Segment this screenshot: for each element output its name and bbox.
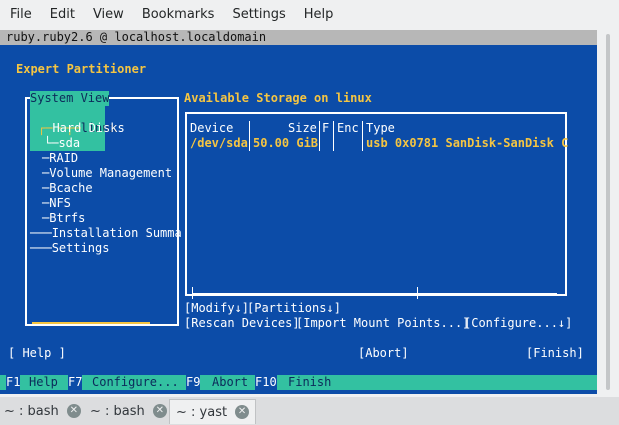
col-divider — [333, 121, 334, 151]
close-icon[interactable]: ✕ — [66, 404, 81, 418]
system-view-heading: System View — [30, 91, 110, 106]
fkey-f9: F9 — [186, 375, 201, 390]
tab-bar: ~ : bash ✕ ~ : bash ✕ ~ : yast ✕ — [0, 397, 619, 425]
tree-item-hard-disks[interactable]: ┌─Hard Disks — [38, 121, 125, 136]
tree-item-btrfs[interactable]: ─Btrfs — [42, 211, 85, 226]
col-divider — [362, 121, 363, 151]
tree-item-sda[interactable]: └─sda — [44, 136, 80, 151]
close-icon[interactable]: ✕ — [235, 405, 250, 419]
menu-edit[interactable]: Edit — [41, 0, 84, 30]
table-horizontal-scrollbar[interactable] — [192, 293, 557, 294]
scroll-thumb-left — [192, 287, 193, 299]
fkey-finish[interactable]: Finish — [288, 375, 331, 390]
menu-bookmarks[interactable]: Bookmarks — [133, 0, 224, 30]
rescan-devices-button[interactable]: [Rescan Devices] — [184, 316, 300, 331]
fkey-help[interactable]: Help — [29, 375, 58, 390]
tree-item-nfs[interactable]: ─NFS — [42, 196, 71, 211]
function-key-bar: F1 Help F7 Configure... F9 Abort F10 Fin… — [0, 375, 597, 390]
finish-button[interactable]: [Finish] — [526, 346, 584, 361]
app-title: Expert Partitioner — [16, 62, 147, 76]
fkey-configure[interactable]: Configure... — [92, 375, 179, 390]
col-divider — [249, 121, 250, 151]
col-divider — [319, 121, 320, 151]
fkey-abort[interactable]: Abort — [212, 375, 248, 390]
menu-file[interactable]: File — [0, 0, 41, 30]
tree-horizontal-scrollbar[interactable] — [32, 322, 150, 324]
terminal-title-bar: ruby.ruby2.6 @ localhost.localdomain — [0, 30, 597, 45]
help-button[interactable]: [ Help ] — [8, 346, 66, 361]
tree-item-installation-summary[interactable]: ───Installation Summa — [30, 226, 182, 241]
tree-branch-icon: ─── — [30, 226, 52, 240]
tree-item-bcache[interactable]: ─Bcache — [42, 181, 93, 196]
tab-bash-2[interactable]: ~ : bash ✕ — [90, 399, 167, 423]
modify-button[interactable]: [Modify↓] — [184, 301, 249, 316]
tree-item-volume-management[interactable]: ─Volume Management — [42, 166, 172, 181]
terminal-scrollbar[interactable] — [597, 30, 619, 394]
tree-branch-icon: ─── — [30, 241, 52, 255]
col-device: Device — [190, 121, 234, 135]
menu-view[interactable]: View — [84, 0, 133, 30]
storage-heading: Available Storage on linux — [184, 91, 372, 105]
cell-size: 50.00 GiB — [253, 136, 319, 150]
col-type: Type — [366, 121, 395, 135]
tree-branch-icon: └─ — [44, 136, 59, 150]
col-enc: Enc — [337, 121, 359, 135]
tab-yast[interactable]: ~ : yast ✕ — [169, 399, 257, 424]
cell-device: /dev/sda — [190, 136, 248, 150]
abort-button[interactable]: [Abort] — [358, 346, 409, 361]
scroll-thumb-right — [417, 287, 418, 299]
configure-button[interactable]: [Configure...↓] — [464, 316, 572, 331]
menu-help[interactable]: Help — [295, 0, 343, 30]
tree-branch-icon: ┌─ — [38, 121, 53, 135]
tab-bash-1[interactable]: ~ : bash ✕ — [4, 399, 81, 423]
terminal-screen[interactable]: ruby.ruby2.6 @ localhost.localdomain Exp… — [0, 30, 597, 394]
close-icon[interactable]: ✕ — [152, 404, 167, 418]
fkey-f10: F10 — [255, 375, 277, 390]
cell-type: usb 0x0781 SanDisk-SanDisk C — [366, 136, 569, 150]
import-mount-points-button[interactable]: [Import Mount Points...] — [296, 316, 469, 331]
terminal-title: ruby.ruby2.6 @ localhost.localdomain — [6, 30, 267, 44]
fkey-f7: F7 — [68, 375, 83, 390]
tree-item-settings[interactable]: ───Settings — [30, 241, 109, 256]
fkey-f1: F1 — [6, 375, 21, 390]
menu-bar: File Edit View Bookmarks Settings Help — [0, 0, 619, 30]
tree-item-raid[interactable]: ─RAID — [42, 151, 78, 166]
col-f: F — [322, 121, 330, 135]
menu-settings[interactable]: Settings — [223, 0, 294, 30]
col-size: Size — [288, 121, 317, 135]
partitions-button[interactable]: [Partitions↓] — [247, 301, 341, 316]
